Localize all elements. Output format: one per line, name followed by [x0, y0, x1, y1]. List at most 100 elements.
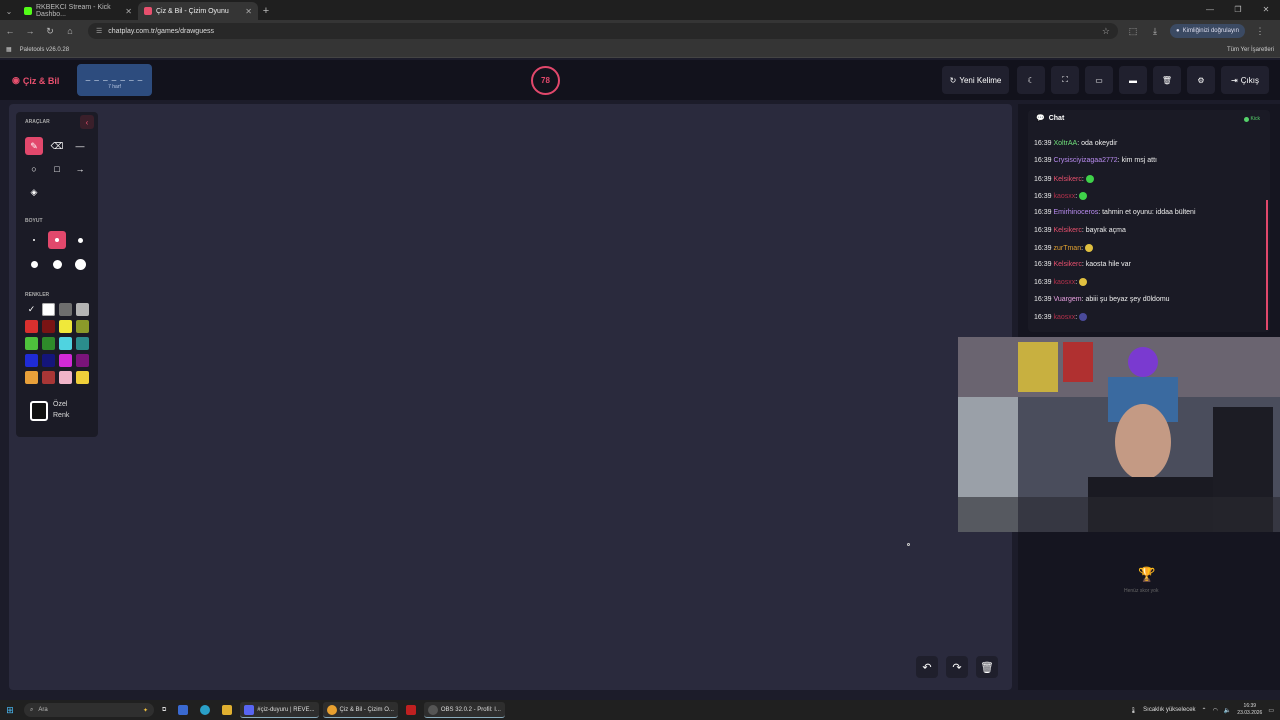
color-swatch[interactable]: [42, 320, 55, 333]
color-swatch[interactable]: [76, 320, 89, 333]
color-swatch[interactable]: [76, 303, 89, 316]
rectangle-tool-button[interactable]: □: [48, 160, 66, 178]
logout-button[interactable]: ⇥ Çıkış: [1221, 66, 1269, 94]
profile-button[interactable]: ● Kimliğinizi doğrulayın: [1170, 24, 1245, 38]
chat-username[interactable]: kaosxx: [1053, 193, 1075, 200]
dark-mode-button[interactable]: ☾: [1017, 66, 1045, 94]
color-swatch[interactable]: [25, 337, 38, 350]
size-option-2[interactable]: [48, 231, 66, 249]
taskbar-app-chrome[interactable]: Çiz & Bil - Çizim O...: [322, 702, 398, 718]
color-swatch[interactable]: [59, 371, 72, 384]
chat-username[interactable]: Kelsikerc: [1053, 261, 1081, 268]
color-swatch[interactable]: [25, 371, 38, 384]
arrow-tool-button[interactable]: →: [71, 160, 89, 178]
chat-username[interactable]: Kelsikerc: [1053, 175, 1081, 182]
tab-close-icon[interactable]: ✕: [125, 7, 132, 16]
clear-button[interactable]: 🗑: [1153, 66, 1181, 94]
volume-icon[interactable]: 🔈: [1224, 707, 1231, 714]
notification-icon[interactable]: ▭: [1268, 707, 1274, 714]
color-swatch[interactable]: [42, 371, 55, 384]
color-swatch[interactable]: [59, 303, 72, 316]
taskbar-pinned-red-icon[interactable]: [402, 702, 420, 718]
chat-username[interactable]: Crysisciyizagaa2772: [1053, 157, 1117, 164]
windows-start-icon[interactable]: ⊞: [0, 705, 20, 716]
taskbar-clock[interactable]: 16:39 23.03.2026: [1237, 703, 1262, 717]
tab-drawguess[interactable]: Çiz & Bil - Çizim Oyunu ✕: [138, 2, 258, 20]
download-icon[interactable]: ⤓: [1148, 26, 1162, 37]
tab-close-icon[interactable]: ✕: [245, 7, 252, 16]
color-swatch[interactable]: ✓: [25, 303, 38, 316]
address-bar[interactable]: ☰ chatplay.com.tr/games/drawguess ☆: [88, 23, 1118, 39]
taskbar-app-discord[interactable]: #çiz-duyuru | REVE...: [240, 702, 319, 718]
new-tab-button[interactable]: +: [258, 2, 274, 20]
size-option-6[interactable]: [71, 255, 89, 273]
tray-overflow-icon[interactable]: ⌃: [1202, 707, 1207, 714]
color-swatch[interactable]: [42, 354, 55, 367]
undo-button[interactable]: ↶: [916, 656, 938, 678]
menu-icon[interactable]: ⋮: [1253, 26, 1267, 37]
task-view-icon[interactable]: ⧉: [158, 702, 170, 718]
layout-button[interactable]: ▬: [1119, 66, 1147, 94]
color-swatch[interactable]: [59, 320, 72, 333]
bookmark-star-icon[interactable]: ☆: [1102, 26, 1110, 37]
color-swatch[interactable]: [25, 354, 38, 367]
circle-tool-button[interactable]: ○: [25, 160, 43, 178]
settings-button[interactable]: ⚙: [1187, 66, 1215, 94]
fill-tool-button[interactable]: ◈: [25, 183, 43, 201]
color-swatch[interactable]: [59, 337, 72, 350]
reload-icon[interactable]: ↻: [44, 26, 56, 37]
chat-username[interactable]: Vuargem: [1053, 296, 1081, 303]
taskbar-app-obs[interactable]: OBS 32.0.2 - Profil: I...: [423, 702, 505, 718]
custom-color-button[interactable]: [30, 401, 48, 421]
tab-kick-dashboard[interactable]: RKBEKCI Stream - Kick Dashbo... ✕: [18, 2, 138, 20]
chat-username[interactable]: kaosxx: [1053, 279, 1075, 286]
taskbar-pinned-app-icon[interactable]: [174, 702, 192, 718]
size-option-3[interactable]: [71, 231, 89, 249]
weather-icon[interactable]: 🌡: [1130, 707, 1138, 714]
minimize-icon[interactable]: —: [1196, 0, 1224, 20]
edge-icon[interactable]: [196, 702, 214, 718]
all-bookmarks[interactable]: Tüm Yer İşaretleri: [1227, 47, 1274, 53]
color-swatch[interactable]: [25, 320, 38, 333]
chat-username[interactable]: Kelsikerc: [1053, 227, 1081, 234]
close-window-icon[interactable]: ✕: [1252, 0, 1280, 20]
chat-scrollbar[interactable]: [1266, 200, 1268, 330]
chat-username[interactable]: Emirhinoceros: [1053, 209, 1098, 216]
collapse-panel-button[interactable]: ‹: [80, 115, 94, 129]
chat-username[interactable]: zurTman: [1053, 245, 1081, 252]
forward-icon[interactable]: →: [24, 26, 36, 36]
size-option-4[interactable]: [25, 255, 43, 273]
chat-username[interactable]: XoltrAA: [1053, 140, 1077, 147]
tab-search-icon[interactable]: ⌄: [0, 2, 18, 20]
pencil-tool-button[interactable]: ✎: [25, 137, 43, 155]
drawing-canvas[interactable]: [9, 104, 1012, 690]
line-tool-button[interactable]: —: [71, 137, 89, 155]
back-icon[interactable]: ←: [4, 26, 16, 36]
apps-grid-icon[interactable]: ▦: [6, 46, 12, 53]
fullscreen-button[interactable]: ⛶: [1051, 66, 1079, 94]
file-explorer-icon[interactable]: [218, 702, 236, 718]
weather-text[interactable]: Sıcaklık yükselecek: [1143, 707, 1195, 713]
wifi-icon[interactable]: ◠: [1213, 707, 1218, 714]
taskbar-search[interactable]: ⌕ Ara ✦: [24, 703, 154, 717]
color-swatch[interactable]: [42, 303, 55, 316]
color-swatch[interactable]: [76, 354, 89, 367]
maximize-icon[interactable]: ❐: [1224, 0, 1252, 20]
bookmark-paletools[interactable]: Paletools v26.0.28: [20, 47, 69, 53]
keyboard-button[interactable]: ▭: [1085, 66, 1113, 94]
color-swatch[interactable]: [76, 337, 89, 350]
home-icon[interactable]: ⌂: [64, 26, 76, 36]
color-swatch[interactable]: [59, 354, 72, 367]
size-option-5[interactable]: [48, 255, 66, 273]
chat-username[interactable]: kaosxx: [1053, 314, 1075, 321]
new-word-button[interactable]: ↻ Yeni Kelime: [942, 66, 1009, 94]
app-logo[interactable]: ◉ Çiz & Bil: [12, 75, 59, 86]
redo-button[interactable]: ↷: [946, 656, 968, 678]
clear-canvas-button[interactable]: 🗑: [976, 656, 998, 678]
chat-message-list[interactable]: 16:39 XoltrAA: oda okeydir 16:39 Crysisci…: [1034, 122, 1264, 332]
color-swatch[interactable]: [76, 371, 89, 384]
extensions-icon[interactable]: ⬚: [1126, 26, 1140, 37]
eraser-tool-button[interactable]: ⌫: [48, 137, 66, 155]
size-option-1[interactable]: [25, 231, 43, 249]
site-info-icon[interactable]: ☰: [96, 27, 102, 35]
